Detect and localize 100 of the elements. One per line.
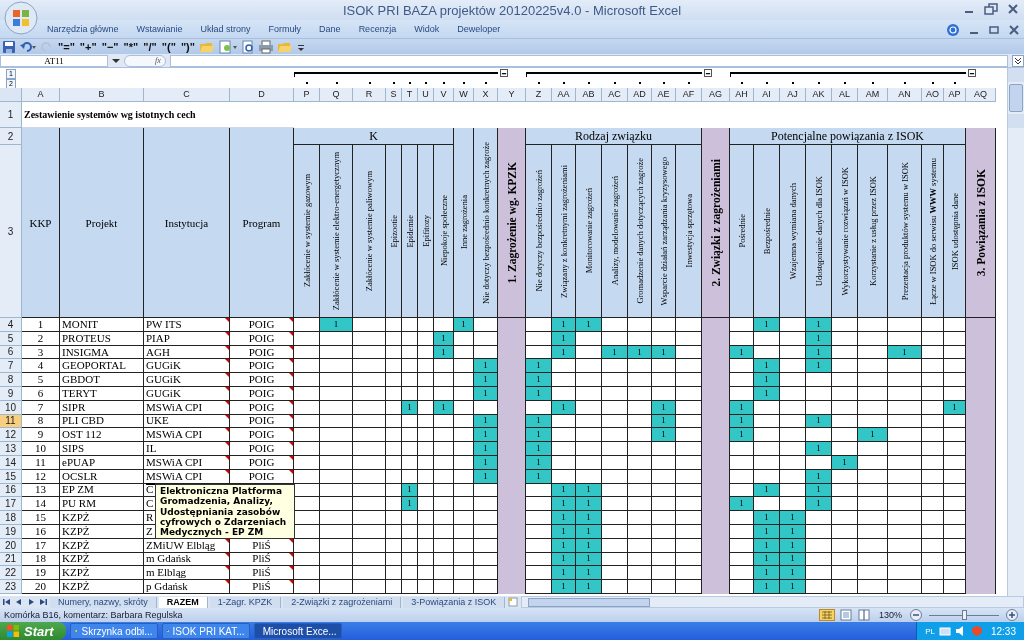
column-header[interactable]: AJ	[780, 88, 806, 102]
row-header[interactable]: 2	[0, 128, 22, 145]
save-icon[interactable]	[2, 39, 16, 54]
ribbon-tab[interactable]: Formuły	[259, 22, 311, 36]
expand-icon[interactable]	[1012, 54, 1024, 67]
toolbar-button[interactable]: "−"	[100, 40, 120, 53]
row-header[interactable]: 18	[0, 511, 22, 525]
undo-icon[interactable]	[19, 39, 37, 54]
row-header[interactable]: 8	[0, 373, 22, 387]
sheet-tab[interactable]: 2-Związki z zagrożeniami	[283, 596, 402, 608]
column-header[interactable]: R	[353, 88, 386, 102]
last-sheet-icon[interactable]	[38, 597, 48, 607]
column-header[interactable]: Q	[320, 88, 353, 102]
column-header[interactable]: AI	[754, 88, 780, 102]
column-header[interactable]: W	[454, 88, 474, 102]
ribbon-tab[interactable]: Widok	[405, 22, 449, 36]
sheet-tab[interactable]: 1-Zagr. KPZK	[209, 596, 282, 608]
ribbon-tab[interactable]: Dane	[310, 22, 350, 36]
taskbar-button[interactable]: ISOK PRI KAT...	[161, 623, 250, 639]
taskbar-button[interactable]: Skrzynka odbi...	[69, 623, 158, 639]
slider-thumb[interactable]	[962, 609, 967, 620]
zoom-in-icon[interactable]	[1006, 609, 1018, 621]
column-header[interactable]: AL	[832, 88, 858, 102]
row-header[interactable]: 13	[0, 442, 22, 456]
row-header[interactable]: 12	[0, 428, 22, 443]
ribbon-tab[interactable]: Narzędzia główne	[38, 22, 128, 36]
taskbar-button[interactable]: Microsoft Exce...	[253, 623, 342, 639]
column-header[interactable]: AA	[552, 88, 576, 102]
column-header[interactable]: AG	[702, 88, 730, 102]
column-header[interactable]: V	[434, 88, 454, 102]
column-header[interactable]: A	[22, 88, 60, 102]
network-icon[interactable]	[938, 625, 951, 637]
zoom-out-icon[interactable]	[910, 609, 922, 621]
toolbar-button[interactable]: "/"	[142, 40, 158, 53]
column-header[interactable]: P	[294, 88, 320, 102]
row-header[interactable]: 23	[0, 580, 22, 594]
row-header[interactable]: 1	[0, 102, 22, 128]
column-header[interactable]: Y	[498, 88, 526, 102]
column-header[interactable]: AE	[652, 88, 676, 102]
column-header[interactable]: AO	[922, 88, 944, 102]
ribbon-tab[interactable]: Wstawianie	[127, 22, 192, 36]
dropdown-caret-icon[interactable]	[112, 57, 120, 64]
sheet-tab[interactable]: RAZEM	[158, 596, 208, 608]
row-header[interactable]: 7	[0, 359, 22, 374]
vertical-scrollbar[interactable]	[1007, 68, 1024, 596]
toolbar-button[interactable]: ")"	[179, 40, 196, 53]
name-box[interactable]: AT11	[0, 54, 108, 67]
table-cell: OST 112	[60, 428, 144, 443]
close-icon[interactable]	[1008, 24, 1020, 36]
collapse-button[interactable]	[500, 69, 508, 77]
column-header[interactable]: B	[60, 88, 144, 102]
column-header[interactable]: AK	[806, 88, 832, 102]
close-icon[interactable]	[1006, 3, 1020, 15]
column-header[interactable]: AP	[944, 88, 966, 102]
toolbar-button[interactable]: "+"	[78, 40, 98, 53]
page-layout-icon[interactable]	[838, 609, 853, 621]
page-break-icon[interactable]	[856, 609, 871, 621]
column-header[interactable]: S	[386, 88, 402, 102]
first-sheet-icon[interactable]	[2, 597, 12, 607]
toolbar-button[interactable]: "*"	[122, 40, 140, 53]
column-header[interactable]: AC	[602, 88, 628, 102]
column-header[interactable]: U	[418, 88, 434, 102]
column-header[interactable]: C	[144, 88, 230, 102]
collapse-button[interactable]	[704, 69, 712, 77]
column-header[interactable]: AN	[888, 88, 922, 102]
ribbon-tab[interactable]: Deweloper	[448, 22, 510, 36]
column-header[interactable]: AM	[858, 88, 888, 102]
toolbar-button[interactable]: "("	[160, 40, 177, 53]
collapse-button[interactable]	[968, 69, 976, 77]
column-header[interactable]: AF	[676, 88, 702, 102]
column-header[interactable]: AH	[730, 88, 754, 102]
restore-icon[interactable]	[984, 3, 998, 15]
formula-input[interactable]	[169, 54, 1008, 67]
restore-icon[interactable]	[988, 24, 1000, 36]
column-header[interactable]: T	[402, 88, 418, 102]
row-header[interactable]: 3	[0, 145, 22, 318]
row-header[interactable]: 4	[0, 318, 22, 332]
insert-function-button[interactable]: fx	[124, 54, 166, 67]
row-header[interactable]: 22	[0, 566, 22, 581]
document-icon[interactable]	[218, 39, 238, 54]
toolbar-button[interactable]: "="	[57, 40, 76, 53]
help-icon[interactable]	[946, 23, 960, 37]
row-header[interactable]: 17	[0, 497, 22, 512]
column-header[interactable]: AB	[576, 88, 602, 102]
printer-icon[interactable]	[258, 39, 274, 54]
sheet-tab[interactable]: 3-Powiązania z ISOK	[403, 596, 506, 608]
column-header[interactable]: D	[230, 88, 294, 102]
normal-view-icon[interactable]	[818, 609, 835, 621]
column-header[interactable]: AD	[628, 88, 652, 102]
sheet-tab[interactable]: Numery, nazwy, skróty	[50, 596, 157, 608]
zoom-level[interactable]: 130%	[878, 610, 902, 620]
column-header[interactable]: AQ	[966, 88, 996, 102]
column-header[interactable]: Z	[526, 88, 552, 102]
ribbon-tab[interactable]: Układ strony	[191, 22, 260, 36]
table-cell: 18	[22, 552, 60, 567]
start-button[interactable]: Start	[0, 622, 66, 640]
ribbon-tab[interactable]: Recenzja	[349, 22, 406, 36]
print-preview-icon[interactable]	[241, 39, 255, 54]
column-header[interactable]: X	[474, 88, 498, 102]
horizontal-scrollbar[interactable]	[521, 596, 1024, 608]
